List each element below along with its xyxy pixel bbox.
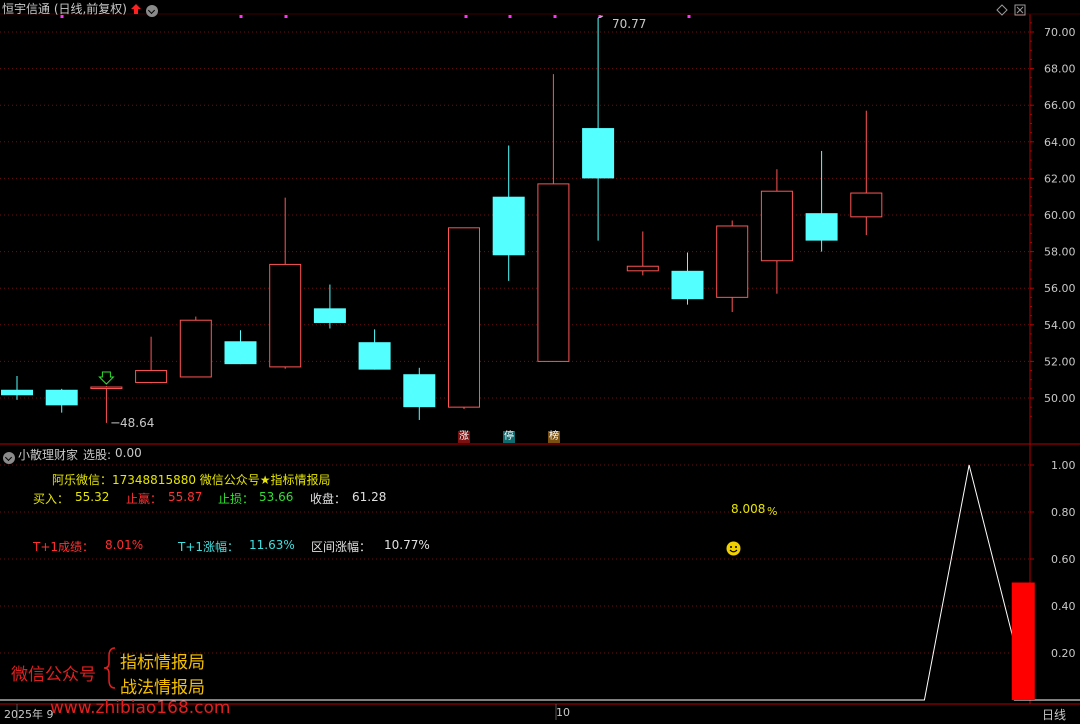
t1-gain-label: T+1涨幅： — [178, 540, 240, 554]
candle-body-up — [179, 319, 212, 378]
signal-percent-value: 8.008 — [731, 502, 766, 516]
settings-icon[interactable] — [996, 1, 1008, 16]
t1-result-value: 8.01% — [105, 538, 144, 552]
stock-title: 恒宇信通 (日线,前复权) — [2, 2, 127, 16]
candle-body-down — [224, 341, 257, 365]
indicator-name: 小散理财家 — [18, 448, 79, 462]
watermark-site: www.zhibiao168.com — [50, 698, 231, 718]
indicator-select-label: 选股: — [83, 448, 112, 462]
high-price-label: 70.77 — [612, 17, 647, 31]
ranking-tag: 榜 — [548, 431, 560, 443]
buy-arrow-icon — [98, 371, 115, 385]
signal-bar — [1011, 582, 1035, 700]
price-tick-label: 58.00 — [1044, 246, 1076, 259]
watermark-line-1: 指标情报局 — [120, 653, 205, 673]
candle-body-down — [45, 389, 78, 406]
signal-marker — [464, 15, 468, 18]
price-tick-label: 54.00 — [1044, 319, 1076, 332]
indicator-tick-label: 1.00 — [1051, 459, 1076, 472]
low-price-label: 48.64 — [120, 416, 155, 430]
price-tick-label: 66.00 — [1044, 99, 1076, 112]
buy-label: 买入： — [33, 492, 70, 506]
indicator-tick-label: 0.60 — [1051, 553, 1076, 566]
price-tick-label: 60.00 — [1044, 209, 1076, 222]
candle-body-down — [805, 213, 838, 241]
price-tick-label: 70.00 — [1044, 26, 1076, 39]
t1-gain-value: 11.63% — [249, 538, 295, 552]
watermark-wechat-label: 微信公众号 — [11, 665, 96, 685]
indicator-tick-label: 0.80 — [1051, 506, 1076, 519]
brace-icon — [101, 646, 117, 690]
range-gain-value: 10.77% — [384, 538, 430, 552]
candle-body-down — [313, 308, 346, 323]
price-tick-label: 56.00 — [1044, 282, 1076, 295]
signal-marker — [687, 15, 691, 18]
halt-tag: 停 — [503, 431, 515, 443]
close-value: 61.28 — [352, 490, 387, 504]
candle-body-down — [1, 389, 33, 396]
indicator-menu-icon[interactable] — [3, 447, 15, 466]
candle-body-up — [269, 263, 302, 368]
range-gain-label: 区间涨幅： — [311, 540, 372, 554]
limit-up-tag: 涨 — [458, 431, 470, 443]
time-label-oct: 10 — [556, 706, 570, 719]
buy-value: 55.32 — [75, 490, 110, 504]
up-arrow-icon — [130, 0, 142, 14]
dropdown-icon[interactable] — [146, 0, 158, 19]
signal-marker — [284, 15, 288, 18]
candle-body-up — [850, 192, 883, 218]
price-tick-label: 68.00 — [1044, 63, 1076, 76]
candle-body-up — [448, 227, 480, 408]
price-tick-label: 52.00 — [1044, 355, 1076, 368]
smiley-icon — [726, 541, 741, 556]
take-profit-label: 止赢： — [126, 492, 163, 506]
candle-body-up — [135, 370, 168, 383]
price-tick-label: 62.00 — [1044, 172, 1076, 185]
indicator-tick-label: 0.20 — [1051, 647, 1076, 660]
candle-body-down — [358, 342, 391, 370]
signal-percent-unit: % — [767, 505, 778, 518]
candle-body-down — [403, 374, 436, 408]
stop-loss-label: 止损： — [218, 492, 255, 506]
signal-marker — [508, 15, 512, 18]
watermark-line-2: 战法情报局 — [120, 678, 205, 698]
indicator-select-value: 0.00 — [115, 446, 142, 460]
candle-body-down — [492, 196, 525, 256]
candle-body-up — [760, 190, 793, 262]
candle-body-up — [90, 386, 123, 390]
close-icon[interactable] — [1014, 1, 1026, 16]
t1-result-label: T+1成绩： — [33, 540, 95, 554]
candle-body-down — [671, 270, 704, 300]
take-profit-value: 55.87 — [168, 490, 203, 504]
contact-line: 阿乐微信：17348815880 微信公众号★指标情报局 — [52, 473, 331, 487]
period-tab-daily[interactable]: 日线 — [1042, 706, 1066, 723]
candle-body-down — [582, 128, 615, 179]
price-tick-label: 50.00 — [1044, 392, 1076, 405]
price-tick-label: 64.00 — [1044, 136, 1076, 149]
close-label: 收盘： — [310, 492, 347, 506]
stock-chart[interactable]: 70.00 68.00 66.00 64.00 62.00 60.00 58.00 56.00… — [0, 0, 1080, 724]
stop-loss-value: 53.66 — [259, 490, 294, 504]
candle-body-up — [716, 225, 749, 298]
signal-marker — [239, 15, 243, 18]
indicator-tick-label: 0.40 — [1051, 600, 1076, 613]
candle-body-up — [537, 183, 570, 362]
candle-body-up — [626, 265, 659, 272]
time-label-sep: 2025年 9 — [4, 708, 54, 721]
signal-marker — [553, 15, 557, 18]
